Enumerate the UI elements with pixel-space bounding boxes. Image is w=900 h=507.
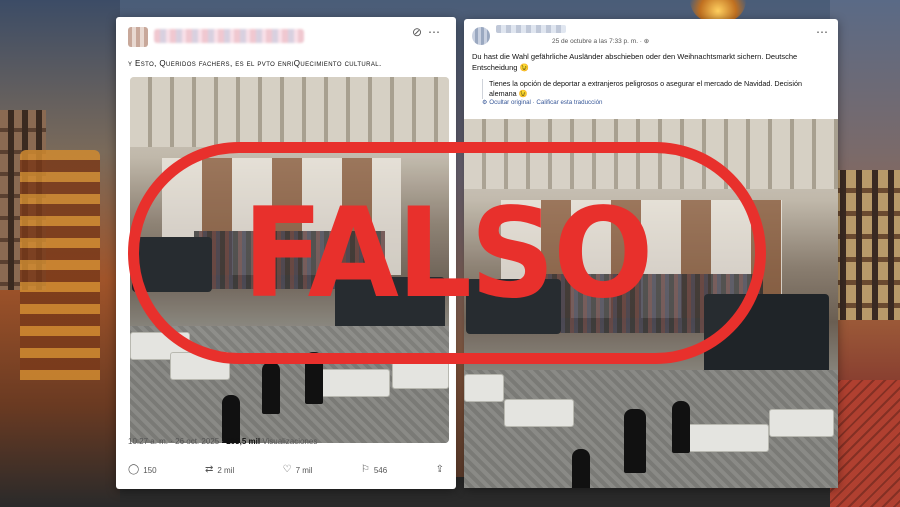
rate-translation-link[interactable]: Calificar esta traducción [536,99,602,106]
more-icon[interactable]: ⋯ [428,25,446,39]
post-date[interactable]: 25 de octubre a las 7:33 p. m. · ⊕ [552,37,649,45]
image-barrier [392,361,449,389]
header-icons: ⊘⋯ [412,25,446,39]
views-count: 293,5 mil [226,437,261,446]
settings-icon: ⚙ [482,99,488,106]
post-header: ⊘⋯ [116,17,456,51]
reply-icon: ◯ [128,464,140,475]
bookmark-button[interactable]: ⚐ 546 [361,465,387,475]
like-count: 7 mil [295,465,313,475]
repost-count: 2 mil [217,465,235,475]
post-timestamp[interactable]: 10:27 a. m. · 26 oct. 2025 · [128,437,226,446]
background-right-market [830,0,900,507]
username-blurred[interactable] [496,25,566,33]
image-barrier [464,374,504,402]
image-security-guard [262,362,280,414]
repost-icon: ⇄ [204,464,214,475]
avatar-blurred[interactable] [472,27,490,45]
username-blurred[interactable] [154,29,304,43]
post-meta: 10:27 a. m. · 26 oct. 2025 · 293,5 mil V… [128,437,317,446]
share-button[interactable]: ⇪ [436,465,444,475]
globe-icon: ⊕ [643,38,650,45]
false-stamp-text: FALSO [242,180,654,326]
background-christmas-pyramid [20,150,100,380]
grok-icon[interactable]: ⊘ [412,25,428,39]
reply-count: 150 [143,465,157,475]
image-security-guard [672,401,690,453]
share-icon: ⇪ [435,464,444,475]
repost-button[interactable]: ⇄ 2 mil [205,465,234,475]
background-left-market [0,0,120,507]
post-date-text: 25 de octubre a las 7:33 p. m. · [552,38,644,45]
translation-text: Tienes la opción de deportar a extranjer… [482,79,812,99]
background-roof [830,380,900,507]
image-security-guard [222,395,240,443]
views-label: Visualizaciones [260,437,318,446]
post-text: y Esto, Queridos fachers, es el pvto enr… [128,59,382,68]
avatar-blurred[interactable] [128,27,148,47]
image-barrier [769,409,834,437]
bookmark-count: 546 [373,465,388,475]
heart-icon: ♡ [282,464,292,475]
more-options-icon[interactable]: ⋯ [816,25,828,39]
false-stamp: FALSO [128,142,766,364]
image-security-guard [572,449,590,488]
bookmark-icon: ⚐ [360,464,370,475]
background-building [830,170,900,320]
image-facade [130,77,449,147]
translation-links: ⚙ Ocultar original · Calificar esta trad… [482,99,603,106]
image-security-guard [624,409,646,473]
post-text: Du hast die Wahl gefährliche Ausländer a… [472,52,798,72]
post-actions: ◯ 150 ⇄ 2 mil ♡ 7 mil ⚐ 546 ⇪ [128,465,444,475]
like-button[interactable]: ♡ 7 mil [283,465,313,475]
hide-original-link[interactable]: Ocultar original [489,99,531,106]
reply-button[interactable]: ◯ 150 [128,465,157,475]
image-barrier [504,399,574,427]
